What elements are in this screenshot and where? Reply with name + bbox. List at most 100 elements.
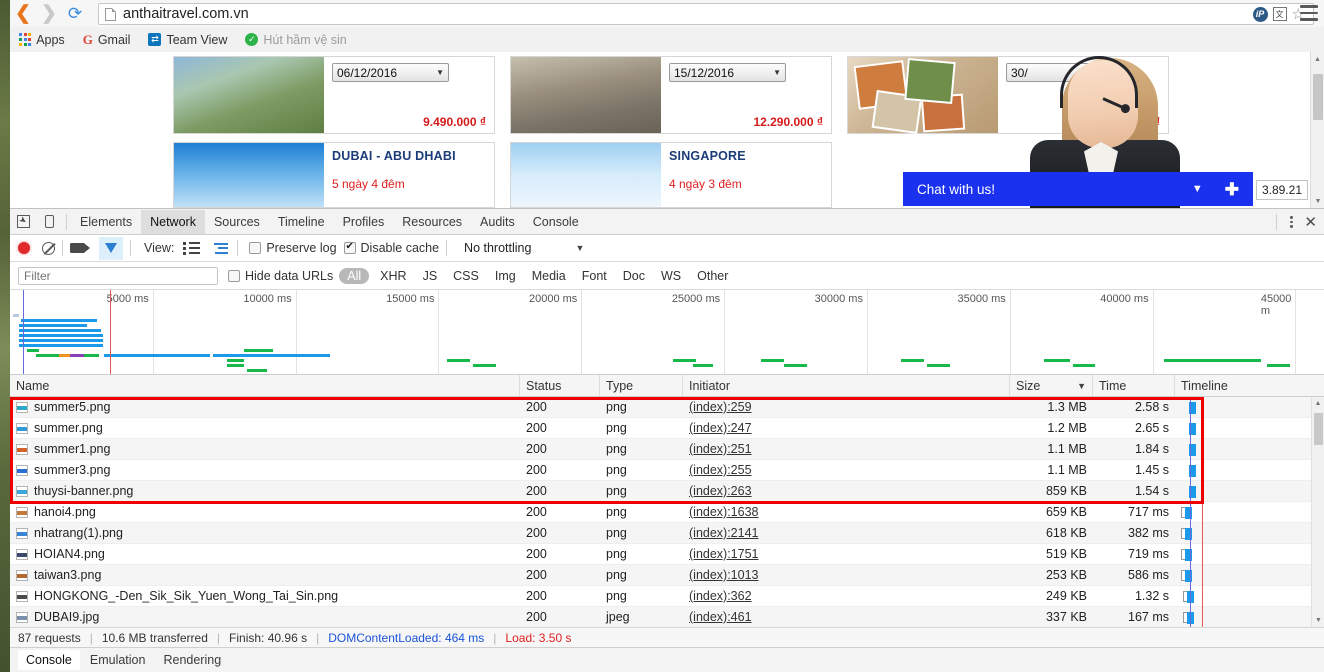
initiator-link[interactable]: (index):461: [689, 610, 752, 624]
filter-type-font[interactable]: Font: [577, 268, 612, 284]
bookmark-team-view[interactable]: ⇄ Team View: [141, 31, 234, 49]
plus-icon[interactable]: ✚: [1225, 181, 1239, 198]
filter-type-ws[interactable]: WS: [656, 268, 686, 284]
record-button-icon[interactable]: [18, 242, 30, 254]
disable-cache-checkbox[interactable]: Disable cache: [343, 241, 439, 255]
ip-extension-icon[interactable]: iP: [1252, 6, 1268, 22]
scrollbar-thumb[interactable]: [1313, 74, 1323, 120]
bookmark-gmail[interactable]: G Gmail: [76, 30, 138, 50]
bookmark-apps[interactable]: Apps: [12, 31, 72, 49]
waterfall-view-icon[interactable]: [212, 241, 230, 256]
tab-resources[interactable]: Resources: [393, 210, 471, 234]
departure-date-select[interactable]: 15/12/2016 ▼: [669, 63, 786, 82]
inspect-element-icon[interactable]: [10, 210, 36, 234]
network-table-body[interactable]: ▲ ▼ summer5.png 200 png (index):259 1.3 MB 2.…: [10, 397, 1324, 627]
table-row[interactable]: nhatrang(1).png 200 png (index):2141 618 KB 3…: [10, 523, 1324, 544]
capture-screenshots-icon[interactable]: [70, 243, 90, 253]
filter-type-css[interactable]: CSS: [448, 268, 484, 284]
table-row[interactable]: HOIAN4.png 200 png (index):1751 519 KB 719 ms: [10, 544, 1324, 565]
page-scrollbar[interactable]: ▲ ▼: [1310, 52, 1324, 208]
translate-icon[interactable]: 文: [1272, 7, 1287, 21]
initiator-link[interactable]: (index):1013: [689, 568, 759, 582]
scroll-down-arrow-icon[interactable]: ▼: [1311, 194, 1324, 208]
column-header-time[interactable]: Time: [1093, 375, 1175, 396]
cell-initiator[interactable]: (index):362: [683, 586, 1010, 607]
back-button[interactable]: ❮: [10, 1, 36, 27]
initiator-link[interactable]: (index):255: [689, 463, 752, 477]
table-row[interactable]: summer3.png 200 png (index):255 1.1 MB 1.45 s: [10, 460, 1324, 481]
hamburger-menu-icon[interactable]: [1300, 5, 1318, 21]
cell-initiator[interactable]: (index):2141: [683, 523, 1010, 544]
list-view-icon[interactable]: [181, 240, 202, 257]
table-row[interactable]: hanoi4.png 200 png (index):1638 659 KB 717 ms: [10, 502, 1324, 523]
hide-data-urls-checkbox[interactable]: Hide data URLs: [228, 269, 333, 283]
filter-funnel-icon[interactable]: [99, 236, 123, 260]
table-row[interactable]: summer1.png 200 png (index):251 1.1 MB 1.84 s: [10, 439, 1324, 460]
table-row[interactable]: HONGKONG_-Den_Sik_Sik_Yuen_Wong_Tai_Sin.…: [10, 586, 1324, 607]
table-row[interactable]: summer.png 200 png (index):247 1.2 MB 2.65 s: [10, 418, 1324, 439]
tab-console[interactable]: Console: [524, 210, 588, 234]
initiator-link[interactable]: (index):1638: [689, 505, 759, 519]
drawer-tab-rendering[interactable]: Rendering: [155, 650, 229, 670]
cell-initiator[interactable]: (index):259: [683, 397, 1010, 418]
filter-type-other[interactable]: Other: [692, 268, 733, 284]
reload-button[interactable]: ⟳: [62, 1, 88, 27]
chat-widget[interactable]: Chat with us! ▼ ✚: [903, 172, 1253, 206]
tab-audits[interactable]: Audits: [471, 210, 524, 234]
close-icon[interactable]: ✕: [1301, 215, 1320, 230]
network-overview-chart[interactable]: 5000 ms 10000 ms 15000 ms 20000 ms 25000 ms 3…: [10, 290, 1324, 375]
tour-card[interactable]: SINGAPORE 4 ngày 3 đêm: [510, 142, 832, 208]
chevron-down-icon[interactable]: ▼: [1192, 183, 1203, 195]
departure-date-select[interactable]: 06/12/2016 ▼: [332, 63, 449, 82]
preserve-log-checkbox[interactable]: Preserve log: [249, 241, 337, 255]
cell-initiator[interactable]: (index):247: [683, 418, 1010, 439]
drawer-tab-console[interactable]: Console: [18, 650, 80, 670]
column-header-size[interactable]: Size ▼: [1010, 375, 1093, 396]
tab-profiles[interactable]: Profiles: [334, 210, 394, 234]
initiator-link[interactable]: (index):2141: [689, 526, 759, 540]
forward-button[interactable]: ❯: [36, 1, 62, 27]
tab-timeline[interactable]: Timeline: [269, 210, 334, 234]
column-header-status[interactable]: Status: [520, 375, 600, 396]
device-toolbar-icon[interactable]: [36, 210, 62, 234]
cell-initiator[interactable]: (index):255: [683, 460, 1010, 481]
initiator-link[interactable]: (index):362: [689, 589, 752, 603]
tour-card[interactable]: 06/12/2016 ▼ 9.490.000 ₫: [173, 56, 495, 134]
cell-initiator[interactable]: (index):1638: [683, 502, 1010, 523]
cell-initiator[interactable]: (index):251: [683, 439, 1010, 460]
column-header-initiator[interactable]: Initiator: [683, 375, 1010, 396]
filter-type-all[interactable]: All: [339, 267, 370, 284]
initiator-link[interactable]: (index):1751: [689, 547, 759, 561]
tour-card[interactable]: DUBAI - ABU DHABI 5 ngày 4 đêm: [173, 142, 495, 208]
column-header-name[interactable]: Name: [10, 375, 520, 396]
initiator-link[interactable]: (index):259: [689, 400, 752, 414]
filter-input[interactable]: [18, 266, 218, 285]
initiator-link[interactable]: (index):251: [689, 442, 752, 456]
filter-type-js[interactable]: JS: [418, 268, 443, 284]
clear-icon[interactable]: [42, 241, 55, 255]
cell-initiator[interactable]: (index):1013: [683, 565, 1010, 586]
tab-elements[interactable]: Elements: [71, 210, 141, 234]
filter-type-xhr[interactable]: XHR: [375, 268, 411, 284]
cell-initiator[interactable]: (index):461: [683, 607, 1010, 628]
bookmark-hut-ham[interactable]: ✓ Hút hầm vệ sin: [238, 31, 353, 49]
filter-type-img[interactable]: Img: [490, 268, 521, 284]
cell-initiator[interactable]: (index):263: [683, 481, 1010, 502]
kebab-menu-icon[interactable]: [1283, 214, 1299, 230]
tab-sources[interactable]: Sources: [205, 210, 269, 234]
table-row[interactable]: DUBAI9.jpg 200 jpeg (index):461 337 KB 167 ms: [10, 607, 1324, 627]
throttling-select[interactable]: No throttling ▼: [464, 241, 584, 255]
scroll-up-arrow-icon[interactable]: ▲: [1311, 52, 1324, 66]
initiator-link[interactable]: (index):263: [689, 484, 752, 498]
address-bar[interactable]: anthaitravel.com.vn iP 文 ☆: [98, 3, 1314, 25]
cell-initiator[interactable]: (index):1751: [683, 544, 1010, 565]
table-row[interactable]: thuysi-banner.png 200 png (index):263 859 KB…: [10, 481, 1324, 502]
drawer-tab-emulation[interactable]: Emulation: [82, 650, 154, 670]
column-header-timeline[interactable]: Timeline: [1175, 375, 1324, 396]
table-row[interactable]: taiwan3.png 200 png (index):1013 253 KB 586 m…: [10, 565, 1324, 586]
tab-network[interactable]: Network: [141, 209, 205, 234]
filter-type-media[interactable]: Media: [527, 268, 571, 284]
initiator-link[interactable]: (index):247: [689, 421, 752, 435]
column-header-type[interactable]: Type: [600, 375, 683, 396]
filter-type-doc[interactable]: Doc: [618, 268, 650, 284]
